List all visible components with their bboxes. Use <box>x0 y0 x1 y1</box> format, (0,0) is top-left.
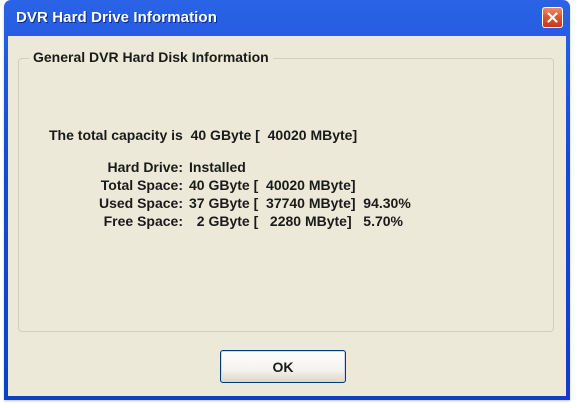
group-title: General DVR Hard Disk Information <box>29 49 273 65</box>
dialog-body: General DVR Hard Disk Information The to… <box>8 36 566 396</box>
title-bar[interactable]: DVR Hard Drive Information <box>8 0 566 36</box>
close-icon <box>547 12 558 23</box>
ok-button[interactable]: OK <box>220 350 346 383</box>
total-capacity-text: The total capacity is 40 GByte [ 40020 M… <box>49 127 358 143</box>
used-space-label: Used Space: <box>98 195 183 211</box>
hard-drive-label: Hard Drive: <box>107 159 183 175</box>
hard-drive-value: Installed <box>189 159 246 175</box>
total-space-value: 40 GByte [ 40020 MByte] <box>189 177 356 193</box>
free-space-value: 2 GByte [ 2280 MByte] 5.70% <box>189 213 403 229</box>
window-title: DVR Hard Drive Information <box>16 9 217 26</box>
disk-info-list: Hard Drive: Installed Total Space: 40 GB… <box>59 159 411 229</box>
close-button[interactable] <box>542 7 563 28</box>
used-space-value: 37 GByte [ 37740 MByte] 94.30% <box>189 195 411 211</box>
total-space-label: Total Space: <box>100 177 183 193</box>
hard-disk-info-group: General DVR Hard Disk Information The to… <box>18 49 554 332</box>
free-space-label: Free Space: <box>103 213 183 229</box>
dialog-window: DVR Hard Drive Information General DVR H… <box>4 0 570 400</box>
